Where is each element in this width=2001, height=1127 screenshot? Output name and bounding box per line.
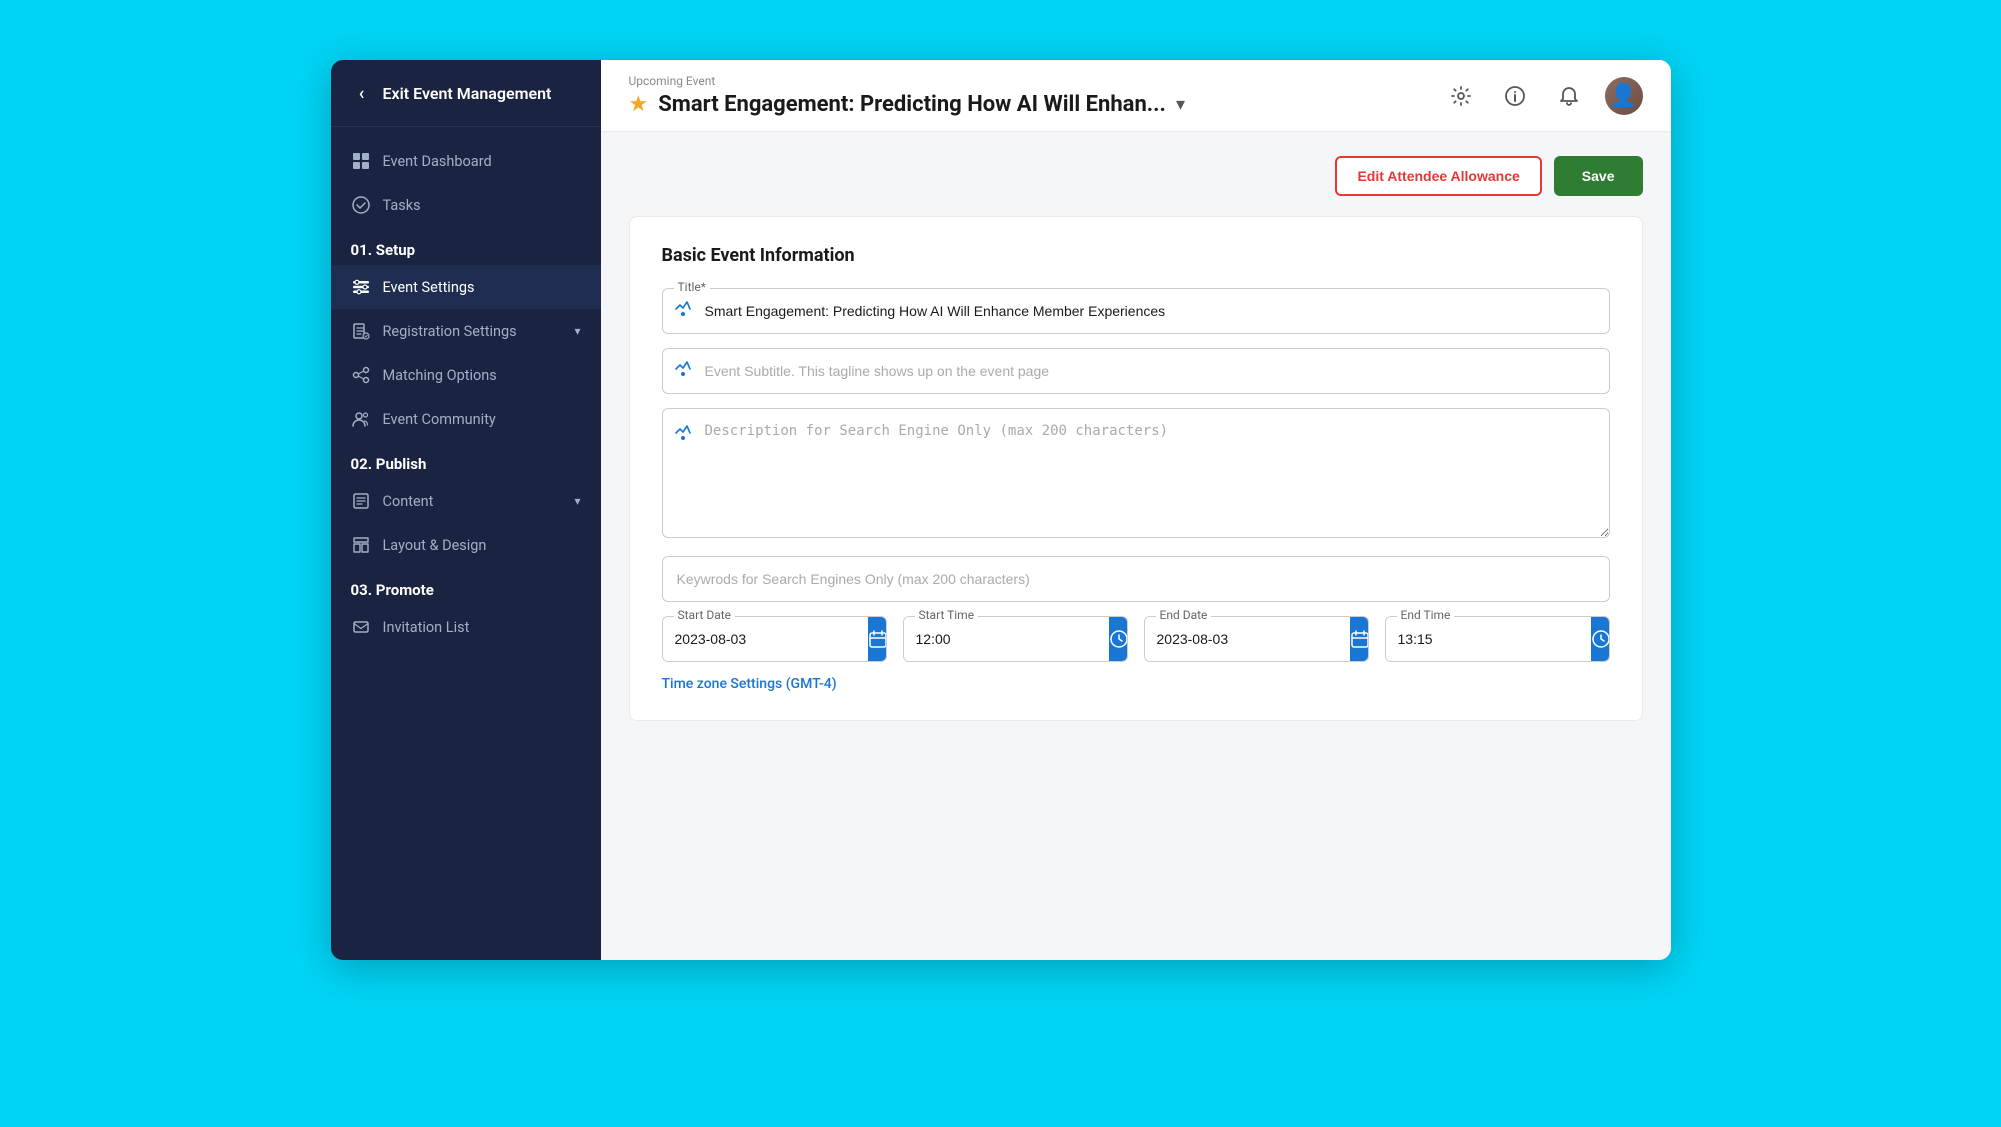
main-content: Upcoming Event ★ Smart Engagement: Predi… bbox=[601, 60, 1671, 960]
settings-icon-button[interactable] bbox=[1443, 78, 1479, 114]
sidebar-item-registration-settings[interactable]: Registration Settings ▾ bbox=[331, 309, 601, 353]
sidebar-label-event-community: Event Community bbox=[383, 411, 496, 428]
keywords-input[interactable] bbox=[662, 556, 1610, 602]
sidebar-item-event-dashboard[interactable]: Event Dashboard bbox=[331, 139, 601, 183]
sidebar-label-content: Content bbox=[383, 493, 434, 510]
title-field: Title* bbox=[662, 288, 1610, 334]
end-time-picker-button[interactable] bbox=[1591, 617, 1610, 661]
start-date-wrapper bbox=[662, 616, 887, 662]
end-date-label: End Date bbox=[1156, 608, 1212, 622]
check-circle-icon bbox=[351, 195, 371, 215]
layout-icon bbox=[351, 535, 371, 555]
end-date-wrapper bbox=[1144, 616, 1369, 662]
start-time-wrapper bbox=[903, 616, 1128, 662]
star-icon[interactable]: ★ bbox=[629, 92, 649, 117]
start-time-group: Start Time bbox=[903, 616, 1128, 662]
avatar[interactable] bbox=[1605, 77, 1643, 115]
share-icon bbox=[351, 365, 371, 385]
invite-icon bbox=[351, 617, 371, 637]
sidebar-label-event-settings: Event Settings bbox=[383, 279, 475, 296]
keywords-field bbox=[662, 556, 1610, 602]
sidebar-label-layout-design: Layout & Design bbox=[383, 537, 487, 554]
basic-event-info-card: Basic Event Information Title* bbox=[629, 216, 1643, 721]
people-icon bbox=[351, 409, 371, 429]
sidebar-label-event-dashboard: Event Dashboard bbox=[383, 153, 492, 170]
end-date-picker-button[interactable] bbox=[1350, 617, 1369, 661]
action-bar: Edit Attendee Allowance Save bbox=[629, 156, 1643, 196]
event-title: Smart Engagement: Predicting How AI Will… bbox=[658, 92, 1166, 117]
start-time-input[interactable] bbox=[904, 617, 1109, 661]
sidebar-item-matching-options[interactable]: Matching Options bbox=[331, 353, 601, 397]
sidebar-item-content[interactable]: Content ▾ bbox=[331, 479, 601, 523]
section-header-publish: 02. Publish bbox=[331, 441, 601, 479]
content-icon bbox=[351, 491, 371, 511]
date-time-row: Start Date bbox=[662, 616, 1610, 662]
sidebar-item-event-community[interactable]: Event Community bbox=[331, 397, 601, 441]
end-time-group: End Time bbox=[1385, 616, 1610, 662]
settings-icon bbox=[351, 277, 371, 297]
start-date-group: Start Date bbox=[662, 616, 887, 662]
timezone-link[interactable]: Time zone Settings (GMT-4) bbox=[662, 676, 837, 692]
sidebar-label-tasks: Tasks bbox=[383, 197, 421, 214]
sidebar-item-layout-design[interactable]: Layout & Design bbox=[331, 523, 601, 567]
title-dropdown-icon[interactable]: ▾ bbox=[1176, 94, 1185, 115]
chevron-down-icon-content: ▾ bbox=[574, 494, 580, 508]
end-time-wrapper bbox=[1385, 616, 1610, 662]
end-date-input[interactable] bbox=[1145, 617, 1350, 661]
exit-event-management-button[interactable]: ‹ Exit Event Management bbox=[331, 60, 601, 127]
grid-icon bbox=[351, 151, 371, 171]
title-input[interactable] bbox=[662, 288, 1610, 334]
info-icon-button[interactable] bbox=[1497, 78, 1533, 114]
avatar-image bbox=[1605, 77, 1643, 115]
content-area: Edit Attendee Allowance Save Basic Event… bbox=[601, 132, 1671, 960]
sidebar-item-invitation-list[interactable]: Invitation List bbox=[331, 605, 601, 649]
app-container: ‹ Exit Event Management Event Dashboard bbox=[331, 60, 1671, 960]
upcoming-label: Upcoming Event bbox=[629, 74, 1431, 88]
start-date-label: Start Date bbox=[674, 608, 736, 622]
start-date-picker-button[interactable] bbox=[868, 617, 887, 661]
subtitle-input[interactable] bbox=[662, 348, 1610, 394]
ai-description-icon bbox=[674, 424, 692, 446]
end-date-group: End Date bbox=[1144, 616, 1369, 662]
sidebar-nav: Event Dashboard Tasks 01. Setup bbox=[331, 127, 601, 960]
section-header-setup: 01. Setup bbox=[331, 227, 601, 265]
exit-label: Exit Event Management bbox=[383, 84, 552, 103]
description-textarea[interactable] bbox=[662, 408, 1610, 538]
end-time-input[interactable] bbox=[1386, 617, 1591, 661]
header-left: Upcoming Event ★ Smart Engagement: Predi… bbox=[629, 74, 1431, 117]
chevron-down-icon: ▾ bbox=[574, 324, 580, 338]
description-field bbox=[662, 408, 1610, 542]
section-header-promote: 03. Promote bbox=[331, 567, 601, 605]
start-date-input[interactable] bbox=[663, 617, 868, 661]
sidebar-label-invitation-list: Invitation List bbox=[383, 619, 470, 636]
bell-icon-button[interactable] bbox=[1551, 78, 1587, 114]
sidebar-item-tasks[interactable]: Tasks bbox=[331, 183, 601, 227]
start-time-label: Start Time bbox=[915, 608, 979, 622]
sidebar-label-registration-settings: Registration Settings bbox=[383, 323, 517, 340]
register-icon bbox=[351, 321, 371, 341]
title-label: Title* bbox=[674, 280, 710, 294]
ai-title-icon bbox=[674, 300, 692, 322]
ai-subtitle-icon bbox=[674, 360, 692, 382]
app-header: Upcoming Event ★ Smart Engagement: Predi… bbox=[601, 60, 1671, 132]
header-actions bbox=[1443, 77, 1643, 115]
form-card-title: Basic Event Information bbox=[662, 245, 1610, 266]
save-button[interactable]: Save bbox=[1554, 156, 1643, 196]
subtitle-field bbox=[662, 348, 1610, 394]
end-time-label: End Time bbox=[1397, 608, 1455, 622]
sidebar-item-event-settings[interactable]: Event Settings bbox=[331, 265, 601, 309]
edit-attendee-allowance-button[interactable]: Edit Attendee Allowance bbox=[1335, 156, 1541, 196]
start-time-picker-button[interactable] bbox=[1109, 617, 1128, 661]
sidebar: ‹ Exit Event Management Event Dashboard bbox=[331, 60, 601, 960]
header-title-row: ★ Smart Engagement: Predicting How AI Wi… bbox=[629, 92, 1431, 117]
back-arrow-icon: ‹ bbox=[351, 82, 373, 104]
sidebar-label-matching-options: Matching Options bbox=[383, 367, 497, 384]
